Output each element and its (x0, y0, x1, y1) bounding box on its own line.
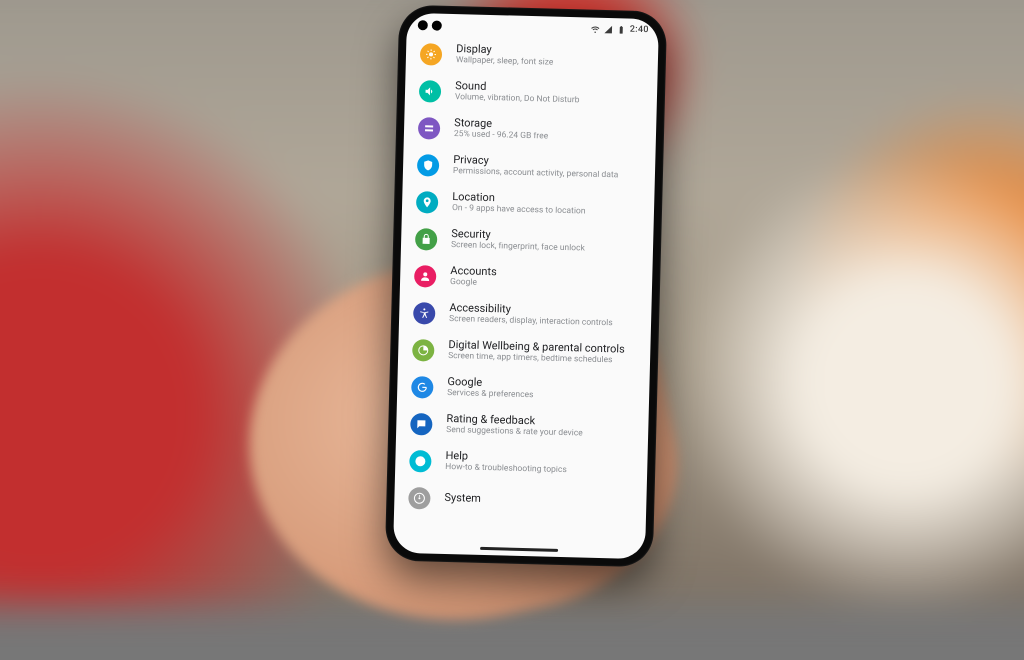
settings-row-system[interactable]: System (408, 479, 635, 522)
accessibility-icon (413, 302, 436, 325)
settings-list[interactable]: Display Wallpaper, sleep, font size Soun… (393, 35, 658, 545)
system-icon (408, 486, 431, 509)
help-icon: ? (409, 450, 432, 473)
display-icon (420, 43, 443, 66)
home-pill[interactable] (480, 546, 558, 551)
settings-row-digital-wellbeing-parental-controls[interactable]: Digital Wellbeing & parental controls Sc… (412, 331, 639, 374)
wellbeing-icon (412, 339, 435, 362)
sound-icon (419, 80, 442, 103)
battery-icon (617, 25, 626, 34)
phone-frame: 2:40 Display Wallpaper, sleep, font size… (385, 5, 667, 568)
settings-row-accounts[interactable]: Accounts Google (414, 257, 641, 300)
security-icon (415, 228, 438, 251)
privacy-icon (417, 154, 440, 177)
status-time: 2:40 (630, 25, 649, 35)
feedback-icon (410, 413, 433, 436)
settings-row-location[interactable]: Location On - 9 apps have access to loca… (416, 183, 643, 226)
phone-screen: 2:40 Display Wallpaper, sleep, font size… (393, 13, 659, 559)
settings-row-storage[interactable]: Storage 25% used - 96.24 GB free (418, 109, 645, 152)
google-icon (411, 376, 434, 399)
svg-text:?: ? (418, 458, 422, 465)
settings-row-display[interactable]: Display Wallpaper, sleep, font size (420, 35, 647, 78)
location-icon (416, 191, 439, 214)
accounts-icon (414, 265, 437, 288)
storage-icon (418, 117, 441, 140)
settings-row-security[interactable]: Security Screen lock, fingerprint, face … (415, 220, 642, 263)
settings-row-privacy[interactable]: Privacy Permissions, account activity, p… (417, 146, 644, 189)
wifi-icon (591, 24, 600, 33)
settings-row-rating-feedback[interactable]: Rating & feedback Send suggestions & rat… (410, 405, 637, 448)
settings-row-title: System (444, 492, 634, 510)
settings-row-help[interactable]: ? Help How-to & troubleshooting topics (409, 442, 636, 485)
settings-row-accessibility[interactable]: Accessibility Screen readers, display, i… (413, 294, 640, 337)
settings-row-sound[interactable]: Sound Volume, vibration, Do Not Disturb (419, 72, 646, 115)
settings-row-google[interactable]: Google Services & preferences (411, 368, 638, 411)
signal-icon (604, 24, 613, 33)
